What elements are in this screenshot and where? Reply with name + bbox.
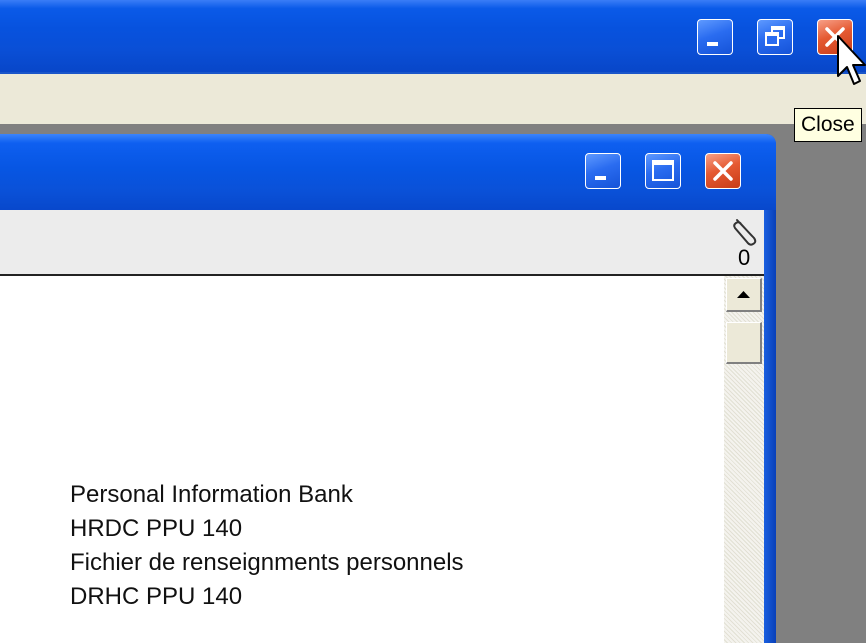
attachment-count: 0 — [738, 245, 751, 270]
document-line: Fichier de renseignments personnels — [70, 549, 464, 576]
restore-icon — [765, 26, 785, 46]
scroll-up-button[interactable] — [726, 278, 762, 312]
minimize-icon — [707, 42, 718, 46]
close-icon — [713, 161, 733, 181]
document-line: Personal Information Bank — [70, 481, 353, 508]
document-window-titlebar — [0, 134, 776, 210]
scroll-thumb[interactable] — [726, 322, 762, 364]
main-window-titlebar — [0, 0, 866, 72]
main-restore-button[interactable] — [757, 19, 793, 55]
vertical-scrollbar[interactable] — [724, 276, 764, 643]
document-text-block: Personal Information Bank HRDC PPU 140 F… — [70, 478, 464, 614]
document-close-button[interactable] — [705, 153, 741, 189]
minimize-icon — [595, 176, 606, 180]
close-tooltip: Close — [794, 108, 862, 142]
main-window-menubar — [0, 72, 866, 124]
document-window: 0 Personal Information Bank HRDC PPU 140… — [0, 134, 776, 643]
main-minimize-button[interactable] — [697, 19, 733, 55]
document-minimize-button[interactable] — [585, 153, 621, 189]
document-line: DRHC PPU 140 — [70, 583, 243, 610]
document-content[interactable]: Personal Information Bank HRDC PPU 140 F… — [0, 276, 724, 643]
document-maximize-button[interactable] — [645, 153, 681, 189]
document-toolbar — [0, 210, 764, 276]
document-window-frame — [764, 210, 776, 643]
maximize-icon — [652, 160, 674, 181]
arrow-up-icon — [737, 291, 750, 298]
mouse-cursor-icon — [837, 35, 866, 85]
attachment-indicator[interactable]: 0 — [728, 214, 764, 274]
paperclip-icon — [733, 219, 757, 246]
document-line: HRDC PPU 140 — [70, 515, 243, 542]
